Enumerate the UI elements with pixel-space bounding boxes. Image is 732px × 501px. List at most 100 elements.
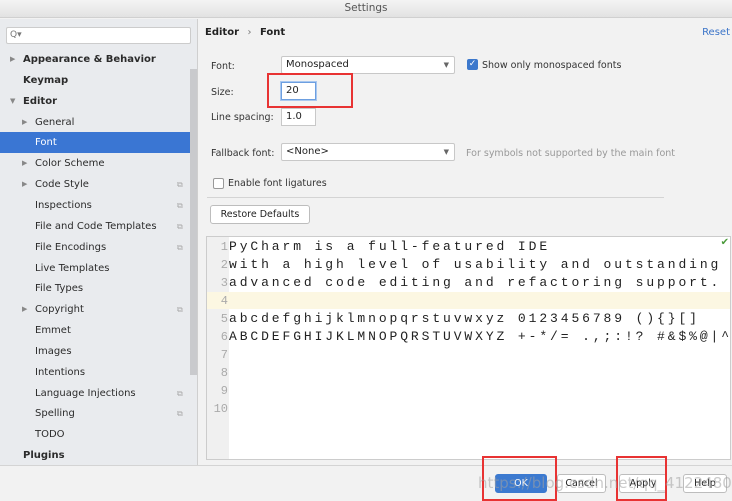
sidebar-item-label: File and Code Templates bbox=[35, 220, 157, 232]
chevron-down-icon: ▼ bbox=[443, 148, 449, 156]
sidebar-item-keymap[interactable]: Keymap bbox=[0, 70, 197, 91]
code-line: with a high level of usability and outst… bbox=[229, 257, 722, 272]
sidebar-item-copyright[interactable]: ▶ Copyright ⧉ bbox=[0, 299, 197, 320]
sidebar-item-appearance-behavior[interactable]: ▶ Appearance & Behavior bbox=[0, 49, 197, 70]
sidebar-item-label: Appearance & Behavior bbox=[23, 54, 156, 65]
sidebar-item-label: Live Templates bbox=[35, 262, 110, 274]
code-line: abcdefghijklmnopqrstuvwxyz 0123456789 ()… bbox=[229, 311, 700, 326]
font-select[interactable]: Monospaced ▼ bbox=[281, 56, 455, 74]
sidebar-item-general[interactable]: ▶ General bbox=[0, 112, 197, 133]
sidebar-item-file-and-code-templates[interactable]: File and Code Templates ⧉ bbox=[0, 216, 197, 237]
fallback-font-select[interactable]: <None> ▼ bbox=[281, 143, 455, 161]
ligatures-checkbox[interactable] bbox=[213, 178, 224, 189]
sidebar-scrollbar[interactable] bbox=[190, 69, 197, 375]
project-scope-icon: ⧉ bbox=[177, 242, 183, 252]
sidebar-item-label: Editor bbox=[23, 95, 57, 107]
line-spacing-input[interactable]: 1.0 bbox=[281, 108, 316, 126]
line-number: 1 bbox=[220, 240, 228, 254]
sidebar-item-label: Intentions bbox=[35, 366, 86, 378]
sidebar-item-file-encodings[interactable]: File Encodings ⧉ bbox=[0, 237, 197, 258]
fallback-font-label: Fallback font: bbox=[211, 148, 275, 159]
expand-arrow-icon[interactable]: ▶ bbox=[22, 299, 27, 320]
restore-defaults-button[interactable]: Restore Defaults bbox=[210, 205, 310, 224]
sidebar-item-color-scheme[interactable]: ▶ Color Scheme bbox=[0, 153, 197, 174]
line-number: 3 bbox=[220, 276, 228, 290]
line-number: 4 bbox=[220, 294, 228, 308]
collapse-arrow-icon[interactable]: ▼ bbox=[10, 91, 15, 112]
breadcrumb-separator: › bbox=[247, 27, 252, 38]
breadcrumb-current: Font bbox=[259, 27, 286, 38]
mono-only-checkbox[interactable]: ✓ bbox=[467, 59, 478, 70]
sidebar-item-intentions[interactable]: Intentions bbox=[0, 362, 197, 383]
sidebar-item-label: Emmet bbox=[35, 325, 71, 337]
mono-only-label: Show only monospaced fonts bbox=[482, 60, 622, 71]
sidebar-item-label: Color Scheme bbox=[35, 158, 105, 170]
sidebar-item-label: General bbox=[35, 116, 75, 128]
sidebar-item-label: Plugins bbox=[23, 450, 65, 462]
sidebar-item-label: Images bbox=[35, 345, 72, 357]
sidebar-item-label: Code Style bbox=[35, 179, 89, 191]
sidebar-item-file-types[interactable]: File Types bbox=[0, 278, 197, 299]
font-preview-editor[interactable]: 1 PyCharm is a full-featured IDE 2 with a h… bbox=[206, 236, 731, 460]
search-input[interactable]: Q▾ bbox=[6, 27, 191, 44]
expand-arrow-icon[interactable]: ▶ bbox=[22, 153, 27, 174]
sidebar-item-label: Font bbox=[35, 137, 57, 149]
sidebar-item-label: Language Injections bbox=[35, 387, 136, 399]
sidebar-item-label: Keymap bbox=[23, 74, 69, 86]
highlight-box-size bbox=[267, 73, 353, 108]
sidebar-item-label: Spelling bbox=[35, 408, 75, 420]
fallback-font-value: <None> bbox=[286, 146, 329, 157]
font-label: Font: bbox=[211, 61, 235, 72]
reset-link[interactable]: Reset bbox=[702, 27, 730, 38]
code-line: ABCDEFGHIJKLMNOPQRSTUVWXYZ +-*/= .,;:!? … bbox=[229, 329, 732, 344]
expand-arrow-icon[interactable]: ▶ bbox=[10, 49, 15, 70]
settings-sidebar: Q▾ ▶ Appearance & Behavior Keymap ▼ Editor ▶ G… bbox=[0, 19, 198, 465]
line-number: 10 bbox=[213, 402, 228, 416]
watermark: https://blog.csdn.net/qq_41224804 bbox=[478, 474, 732, 492]
sidebar-item-font[interactable]: Font bbox=[0, 132, 197, 154]
breadcrumb-parent[interactable]: Editor bbox=[205, 27, 239, 38]
sidebar-item-label: Copyright bbox=[35, 304, 84, 316]
sidebar-item-editor[interactable]: ▼ Editor bbox=[0, 91, 197, 112]
project-scope-icon: ⧉ bbox=[177, 388, 183, 398]
line-spacing-label: Line spacing: bbox=[211, 112, 274, 123]
expand-arrow-icon[interactable]: ▶ bbox=[22, 112, 27, 133]
line-number: 5 bbox=[220, 312, 228, 326]
line-number: 7 bbox=[220, 348, 228, 362]
window-title: Settings bbox=[0, 0, 732, 18]
ligatures-label: Enable font ligatures bbox=[228, 178, 327, 189]
sidebar-item-code-style[interactable]: ▶ Code Style ⧉ bbox=[0, 174, 197, 195]
code-line: PyCharm is a full-featured IDE bbox=[229, 239, 551, 254]
inspection-ok-icon: ✔ bbox=[720, 237, 729, 248]
project-scope-icon: ⧉ bbox=[177, 180, 183, 190]
project-scope-icon: ⧉ bbox=[177, 200, 183, 210]
fallback-hint: For symbols not supported by the main fo… bbox=[466, 148, 676, 159]
sidebar-item-label: File Types bbox=[35, 283, 84, 295]
sidebar-item-label: Inspections bbox=[35, 199, 92, 211]
sidebar-item-language-injections[interactable]: Language Injections ⧉ bbox=[0, 383, 197, 404]
line-number: 8 bbox=[220, 366, 228, 380]
breadcrumb: Editor › Font bbox=[205, 27, 285, 38]
chevron-down-icon: ▼ bbox=[443, 61, 449, 69]
sidebar-item-live-templates[interactable]: Live Templates bbox=[0, 258, 197, 279]
sidebar-item-spelling[interactable]: Spelling ⧉ bbox=[0, 403, 197, 424]
sidebar-item-todo[interactable]: TODO bbox=[0, 424, 197, 445]
sidebar-item-label: TODO bbox=[35, 429, 65, 441]
line-number: 6 bbox=[220, 330, 228, 344]
font-select-value: Monospaced bbox=[286, 59, 349, 70]
project-scope-icon: ⧉ bbox=[177, 221, 183, 231]
line-number: 2 bbox=[220, 258, 228, 272]
sidebar-item-label: File Encodings bbox=[35, 241, 107, 253]
line-number: 9 bbox=[220, 384, 228, 398]
project-scope-icon: ⧉ bbox=[177, 305, 183, 315]
divider bbox=[207, 197, 664, 198]
size-label: Size: bbox=[211, 87, 234, 98]
expand-arrow-icon[interactable]: ▶ bbox=[22, 174, 27, 195]
project-scope-icon: ⧉ bbox=[177, 409, 183, 419]
sidebar-item-inspections[interactable]: Inspections ⧉ bbox=[0, 195, 197, 216]
sidebar-item-emmet[interactable]: Emmet bbox=[0, 320, 197, 341]
sidebar-item-images[interactable]: Images bbox=[0, 341, 197, 362]
sidebar-item-plugins[interactable]: Plugins bbox=[0, 445, 197, 466]
code-line: advanced code editing and refactoring su… bbox=[229, 275, 722, 290]
current-line-highlight bbox=[207, 292, 730, 309]
